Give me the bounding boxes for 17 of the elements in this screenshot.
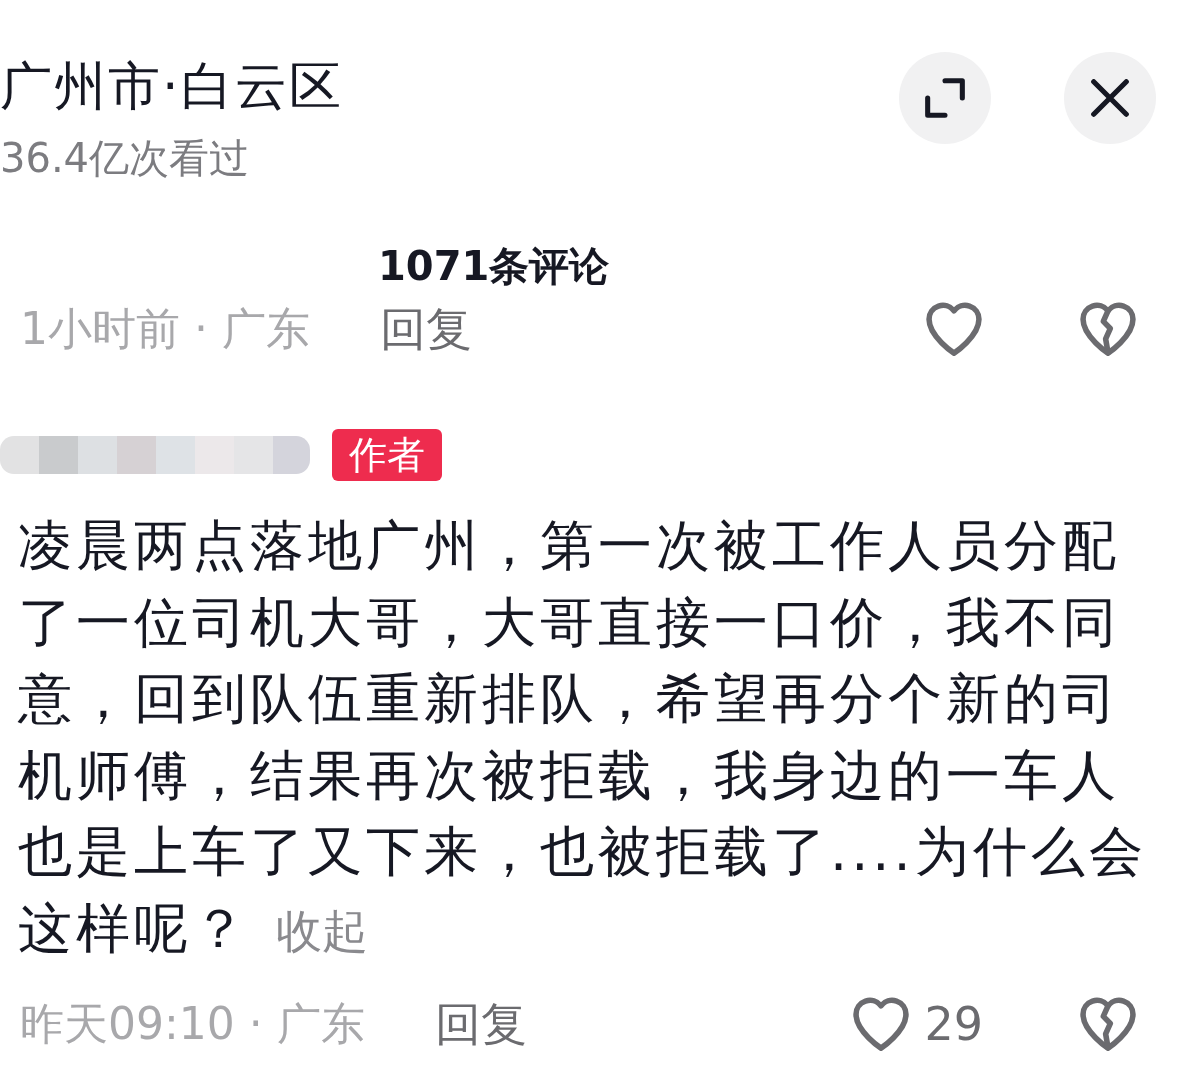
heart-icon[interactable]: [925, 302, 983, 356]
broken-heart-icon[interactable]: [1079, 302, 1137, 356]
reply-link[interactable]: 回复: [434, 996, 527, 1052]
broken-heart-icon[interactable]: [1079, 997, 1137, 1051]
comment-meta: 1小时前 · 广东: [20, 302, 310, 356]
expand-icon: [925, 78, 965, 118]
heart-icon[interactable]: [852, 997, 911, 1051]
location-title: 广州市·白云区: [0, 56, 343, 116]
view-count: 36.4亿次看过: [0, 134, 250, 182]
author-badge: 作者: [332, 429, 442, 481]
comment-meta: 昨天09:10 · 广东: [20, 997, 365, 1051]
comment-count-title: 1071条评论: [378, 242, 610, 290]
close-icon: [1091, 79, 1129, 117]
collapse-link[interactable]: 收起: [276, 903, 368, 958]
like-count: 29: [924, 996, 983, 1052]
comment-text: 凌晨两点落地广州，第一次被工作人员分配了一位司机大哥，大哥直接一口价，我不同意，回到队伍重新排队，希望再分个新的司机师傅，结果再次被拒载，我身边的一车人也是上车了又下来，也被拒载了....为什么会这样呢？ 收起: [17, 513, 1148, 962]
reply-link[interactable]: 回复: [379, 301, 472, 357]
